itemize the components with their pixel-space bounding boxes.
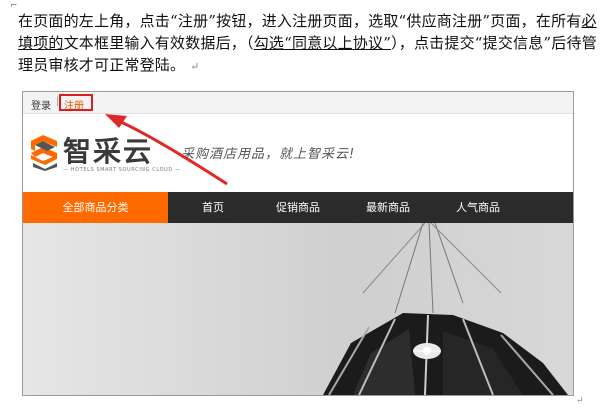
nav-popular[interactable]: 人气商品: [443, 192, 513, 223]
nav-all-categories[interactable]: 全部商品分类: [23, 192, 168, 223]
underlined-agree-terms: 勾选“同意以上协议”: [253, 34, 392, 52]
paragraph-mark-icon: ⌐: [10, 1, 18, 11]
nav-promotions[interactable]: 促销商品: [263, 192, 333, 223]
pendant-lamp-image: [23, 223, 573, 395]
banner-image: [23, 223, 573, 395]
instruction-paragraph: 在页面的左上角，点击“注册”按钮，进入注册页面，选取“供应商注册”页面，在所有必…: [18, 10, 603, 78]
main-nav: 全部商品分类 首页 促销商品 最新商品 人气商品: [23, 192, 573, 223]
text-segment: 文本框里输入有效数据后，（: [63, 34, 254, 52]
red-arrow-annotation-icon: [105, 114, 228, 186]
line-break-mark: ↵: [190, 60, 200, 73]
text-segment: 在页面的左上角，点击“注册”按钮，进入注册页面，选取“供应商注册”页面，在所有: [18, 12, 582, 30]
page-corner-mark: ↵: [576, 396, 584, 406]
embedded-website-screenshot: 登录 | 注册 智采云 — HOTELS SMART SOURCING CLOU…: [22, 91, 574, 396]
nav-newest[interactable]: 最新商品: [353, 192, 423, 223]
nav-home[interactable]: 首页: [183, 192, 243, 223]
